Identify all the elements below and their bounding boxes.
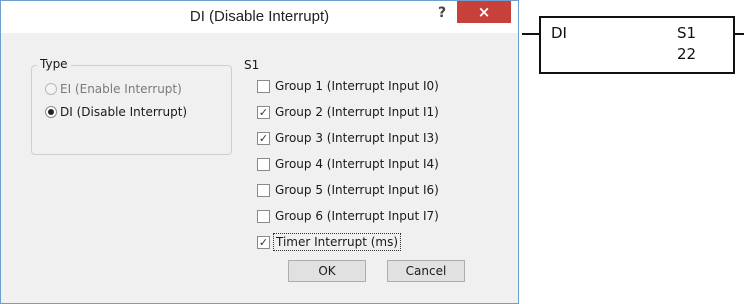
- checkmark-icon: ✓: [258, 131, 269, 145]
- ladder-right-rung: [735, 33, 744, 35]
- checkbox-timer-interrupt[interactable]: ✓ Timer Interrupt (ms): [257, 233, 402, 251]
- checkbox-group-6[interactable]: Group 6 (Interrupt Input I7): [257, 208, 439, 224]
- checkbox-group-4[interactable]: Group 4 (Interrupt Input I4): [257, 156, 439, 172]
- checkbox-label: Group 1 (Interrupt Input I0): [275, 79, 439, 93]
- checkbox-group-2[interactable]: ✓ Group 2 (Interrupt Input I1): [257, 104, 439, 120]
- checkbox-label: Group 4 (Interrupt Input I4): [275, 157, 439, 171]
- checkmark-icon: ✓: [258, 235, 269, 249]
- ladder-left-rung: [522, 33, 539, 35]
- checkbox-icon[interactable]: [257, 79, 270, 93]
- checkbox-icon[interactable]: ✓: [257, 235, 270, 249]
- ok-button[interactable]: OK: [288, 260, 366, 282]
- checkbox-group-1[interactable]: Group 1 (Interrupt Input I0): [257, 78, 439, 94]
- checkbox-group-5[interactable]: Group 5 (Interrupt Input I6): [257, 182, 439, 198]
- checkbox-label: Timer Interrupt (ms): [272, 233, 402, 251]
- title-bar[interactable]: DI (Disable Interrupt) ? ×: [1, 1, 518, 33]
- radio-button-icon[interactable]: [45, 106, 57, 118]
- close-button[interactable]: ×: [457, 1, 511, 23]
- cancel-button[interactable]: Cancel: [387, 260, 465, 282]
- checkbox-label: Group 5 (Interrupt Input I6): [275, 183, 439, 197]
- checkbox-icon[interactable]: [257, 209, 270, 223]
- checkmark-icon: ✓: [258, 105, 269, 119]
- radio-label: DI (Disable Interrupt): [60, 105, 188, 119]
- radio-label: EI (Enable Interrupt): [60, 82, 182, 96]
- ladder-operand-label: S1: [677, 24, 697, 42]
- checkbox-label: Group 2 (Interrupt Input I1): [275, 105, 439, 119]
- ladder-operand-value: 22: [677, 45, 697, 63]
- checkbox-label: Group 6 (Interrupt Input I7): [275, 209, 439, 223]
- radio-disable-interrupt[interactable]: DI (Disable Interrupt): [45, 104, 187, 120]
- ladder-instruction-name: DI: [551, 24, 567, 42]
- type-group-label: Type: [37, 57, 71, 71]
- radio-enable-interrupt[interactable]: EI (Enable Interrupt): [45, 81, 182, 97]
- dialog-window: DI (Disable Interrupt) ? × Type EI (Enab…: [0, 0, 519, 304]
- checkbox-icon[interactable]: ✓: [257, 131, 270, 145]
- checkbox-group-3[interactable]: ✓ Group 3 (Interrupt Input I3): [257, 130, 439, 146]
- ladder-instruction-block[interactable]: DI S1 22: [539, 16, 735, 74]
- checkbox-label: Group 3 (Interrupt Input I3): [275, 131, 439, 145]
- radio-selected-dot: [48, 109, 54, 115]
- checkbox-icon[interactable]: ✓: [257, 105, 270, 119]
- radio-button-icon[interactable]: [45, 83, 57, 95]
- help-button[interactable]: ?: [429, 3, 455, 25]
- s1-section-label: S1: [244, 58, 260, 72]
- checkbox-icon[interactable]: [257, 183, 270, 197]
- checkbox-icon[interactable]: [257, 157, 270, 171]
